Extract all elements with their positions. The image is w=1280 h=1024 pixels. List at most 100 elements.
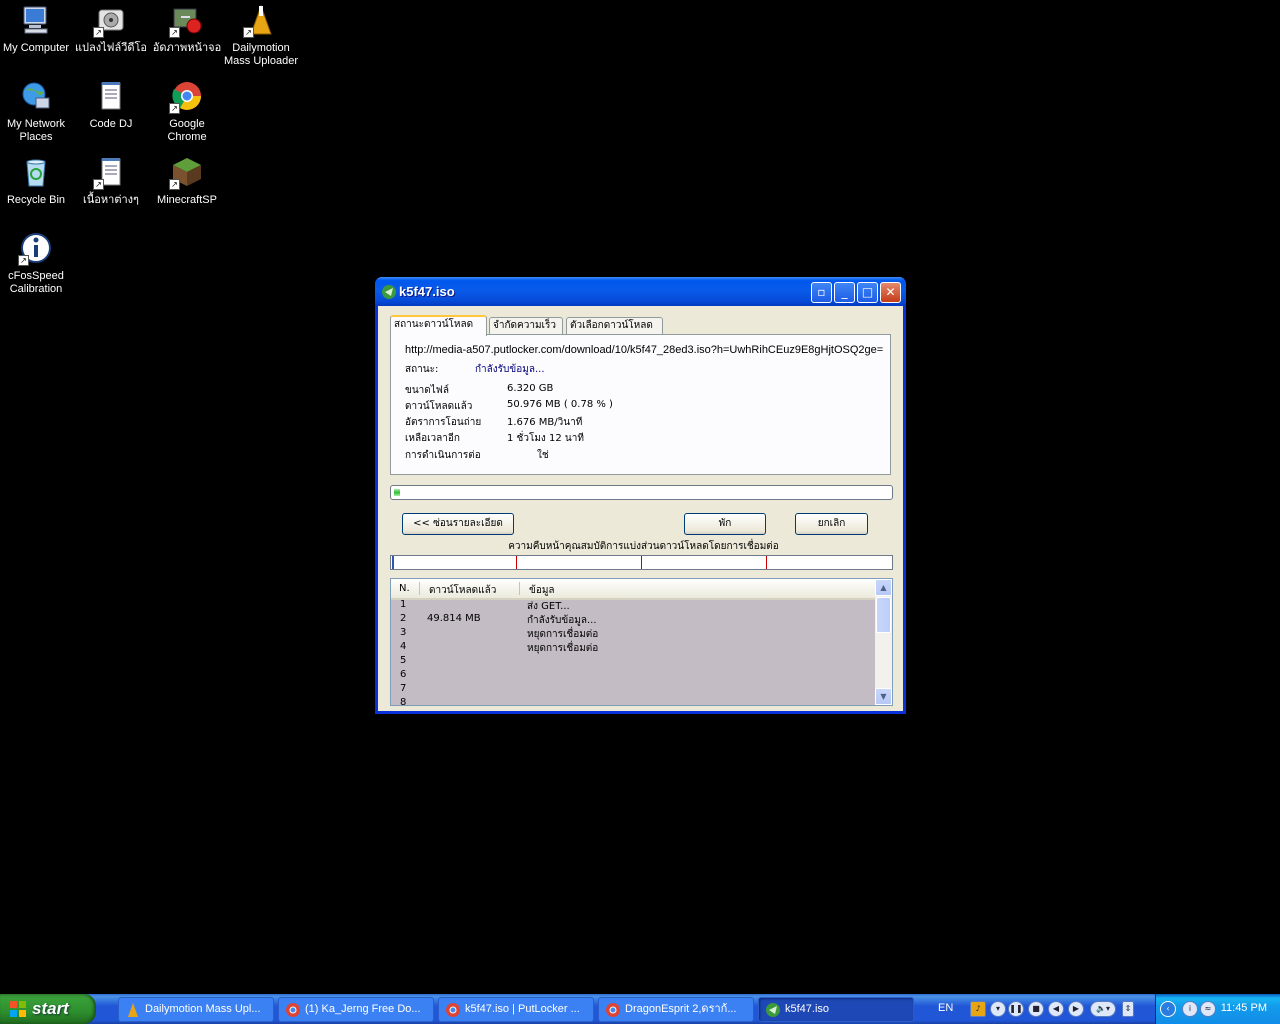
language-indicator[interactable]: EN <box>938 1002 953 1014</box>
network-tray-icon[interactable]: ≈ <box>1200 1001 1216 1017</box>
column-info[interactable]: ข้อมูล <box>529 583 555 598</box>
maximize-button[interactable]: □ <box>857 282 878 303</box>
taskbar-item-chrome-dragonesprit[interactable]: DragonEsprit 2,ดราก้... <box>598 997 754 1022</box>
table-row[interactable]: 3 หยุดการเชื่อมต่อ <box>391 627 876 641</box>
shrink-icon: ▫ <box>817 285 826 299</box>
stop-icon[interactable]: ■ <box>1028 1001 1044 1017</box>
desktop-icon-video-converter[interactable]: ↗ แปลงไฟล์วีดีโอ <box>73 4 149 55</box>
section-marker <box>392 556 394 569</box>
table-row[interactable]: 2 49.814 MB กำลังรับข้อมูล... <box>391 613 876 627</box>
resize-grip-icon[interactable]: ⇕ <box>1122 1001 1134 1017</box>
desktop-icon-google-chrome[interactable]: ↗ Google Chrome <box>149 80 225 144</box>
desktop-icon-recycle-bin[interactable]: Recycle Bin <box>0 156 74 207</box>
tab-download-options[interactable]: ตัวเลือกดาวน์โหลด <box>566 317 663 335</box>
idm-app-icon <box>766 1003 780 1017</box>
scroll-up-button[interactable]: ▲ <box>875 579 892 596</box>
column-separator <box>519 582 520 595</box>
next-icon[interactable]: ▶ <box>1068 1001 1084 1017</box>
tab-speed-limit[interactable]: จำกัดความเร็ว <box>489 317 563 335</box>
cfosspeed-tray-icon[interactable]: i <box>1182 1001 1198 1017</box>
table-row[interactable]: 6 <box>391 669 876 683</box>
system-tray: ‹ i ≈ 11:45 PM <box>1155 994 1280 1024</box>
taskbar-item-k5f47[interactable]: k5f47.iso <box>758 997 914 1022</box>
pause-button[interactable]: พัก <box>684 513 766 535</box>
shortcut-arrow-icon: ↗ <box>169 103 180 114</box>
chrome-icon <box>606 1003 620 1017</box>
taskbar: start Dailymotion Mass Upl... (1) Ka_Jer… <box>0 994 1280 1024</box>
desktop-icon-code-dj[interactable]: Code DJ <box>73 80 149 131</box>
desktop-icon-screen-recorder[interactable]: ↗ อัดภาพหน้าจอ <box>149 4 225 55</box>
tray-expand-icon[interactable]: ‹ <box>1160 1001 1176 1017</box>
table-row[interactable]: 7 <box>391 683 876 697</box>
chrome-icon <box>446 1003 460 1017</box>
window-title: k5f47.iso <box>399 284 455 299</box>
row-n: 4 <box>400 641 407 652</box>
tab-download-status[interactable]: สถานะดาวน์โหลด <box>390 315 487 336</box>
taskbar-item-dailymotion[interactable]: Dailymotion Mass Upl... <box>118 997 274 1022</box>
previous-icon[interactable]: ◀ <box>1048 1001 1064 1017</box>
shortcut-arrow-icon: ↗ <box>93 179 104 190</box>
network-tray-glyph: ≈ <box>1204 1004 1212 1013</box>
file-size-label: ขนาดไฟล์ <box>405 385 450 396</box>
list-scrollbar[interactable]: ▲ ▼ <box>875 579 892 705</box>
desktop-icon-misc-content[interactable]: ↗ เนื้อหาต่างๆ <box>73 156 149 207</box>
taskbar-item-chrome-ka-jerng[interactable]: (1) Ka_Jerng Free Do... <box>278 997 434 1022</box>
minimize-button[interactable]: _ <box>834 282 855 303</box>
notepad-icon <box>95 80 127 112</box>
resume-label: การดำเนินการต่อ <box>405 450 481 461</box>
clock[interactable]: 11:45 PM <box>1221 1002 1267 1014</box>
tray-expand-glyph: ‹ <box>1166 1004 1170 1013</box>
table-row[interactable]: 5 <box>391 655 876 669</box>
shortcut-arrow-icon: ↗ <box>18 255 29 266</box>
row-n: 1 <box>400 599 407 610</box>
close-button[interactable]: ✕ <box>880 282 901 303</box>
connections-header: N. ดาวน์โหลดแล้ว ข้อมูล <box>391 579 876 600</box>
taskbar-item-chrome-putlocker[interactable]: k5f47.iso | PutLocker ... <box>438 997 594 1022</box>
scroll-down-button[interactable]: ▼ <box>875 688 892 705</box>
media-app-icon[interactable]: ♪ <box>970 1001 986 1017</box>
column-separator <box>419 582 420 595</box>
downloaded-label: ดาวน์โหลดแล้ว <box>405 401 473 412</box>
chevron-down-glyph: ▾ <box>995 1004 1000 1013</box>
start-label: start <box>32 999 69 1018</box>
column-downloaded[interactable]: ดาวน์โหลดแล้ว <box>429 583 496 598</box>
transfer-rate-label: อัตราการโอนถ่าย <box>405 417 482 428</box>
title-bar[interactable]: k5f47.iso ▫ _ □ ✕ <box>375 277 906 306</box>
pause-icon[interactable]: ❚❚ <box>1008 1001 1024 1017</box>
desktop-icon-my-network-places[interactable]: My Network Places <box>0 80 74 144</box>
desktop-icon-minecraftsp[interactable]: ↗ MinecraftSP <box>149 156 225 207</box>
screen-recorder-icon: ↗ <box>169 4 203 38</box>
close-icon: ✕ <box>885 285 896 299</box>
table-row[interactable]: 8 <box>391 697 876 705</box>
status-label: สถานะ: <box>405 364 439 375</box>
cfosspeed-tray-glyph: i <box>1188 1004 1192 1013</box>
volume-icon[interactable]: 🔈▾ <box>1090 1001 1116 1017</box>
desktop-icon-cfosspeed[interactable]: ↗ cFosSpeed Calibration <box>0 232 74 296</box>
download-progress-fill <box>394 489 400 496</box>
shortcut-arrow-icon: ↗ <box>93 27 104 38</box>
table-row[interactable]: 4 หยุดการเชื่อมต่อ <box>391 641 876 655</box>
row-n: 6 <box>400 669 407 680</box>
hide-details-button[interactable]: << ซ่อนรายละเอียด <box>402 513 514 535</box>
connections-list[interactable]: N. ดาวน์โหลดแล้ว ข้อมูล 1 ส่ง GET... 2 4… <box>390 578 893 706</box>
taskbar-item-label: (1) Ka_Jerng Free Do... <box>305 1003 421 1015</box>
table-row[interactable]: 1 ส่ง GET... <box>391 599 876 613</box>
chevron-down-icon[interactable]: ▾ <box>990 1001 1006 1017</box>
time-remaining-value: 1 ชั่วโมง 12 นาที <box>507 433 584 444</box>
info-icon: ↗ <box>18 232 52 266</box>
downloaded-value: 50.976 MB ( 0.78 % ) <box>507 399 613 410</box>
row-n: 7 <box>400 683 407 694</box>
resume-value: ใช่ <box>537 450 549 461</box>
column-n[interactable]: N. <box>399 583 410 594</box>
row-n: 3 <box>400 627 407 638</box>
cancel-button[interactable]: ยกเลิก <box>795 513 868 535</box>
start-button[interactable]: start <box>0 994 96 1024</box>
desktop-icon-dailymotion-uploader[interactable]: ↗ Dailymotion Mass Uploader <box>223 4 299 68</box>
computer-icon <box>20 4 52 36</box>
desktop-icon-my-computer[interactable]: My Computer <box>0 4 74 55</box>
resize-grip-glyph: ⇕ <box>1124 1004 1132 1013</box>
shrink-button[interactable]: ▫ <box>811 282 832 303</box>
row-n: 2 <box>400 613 407 624</box>
scroll-thumb[interactable] <box>876 597 891 633</box>
chevron-down-icon: ▼ <box>880 692 887 701</box>
